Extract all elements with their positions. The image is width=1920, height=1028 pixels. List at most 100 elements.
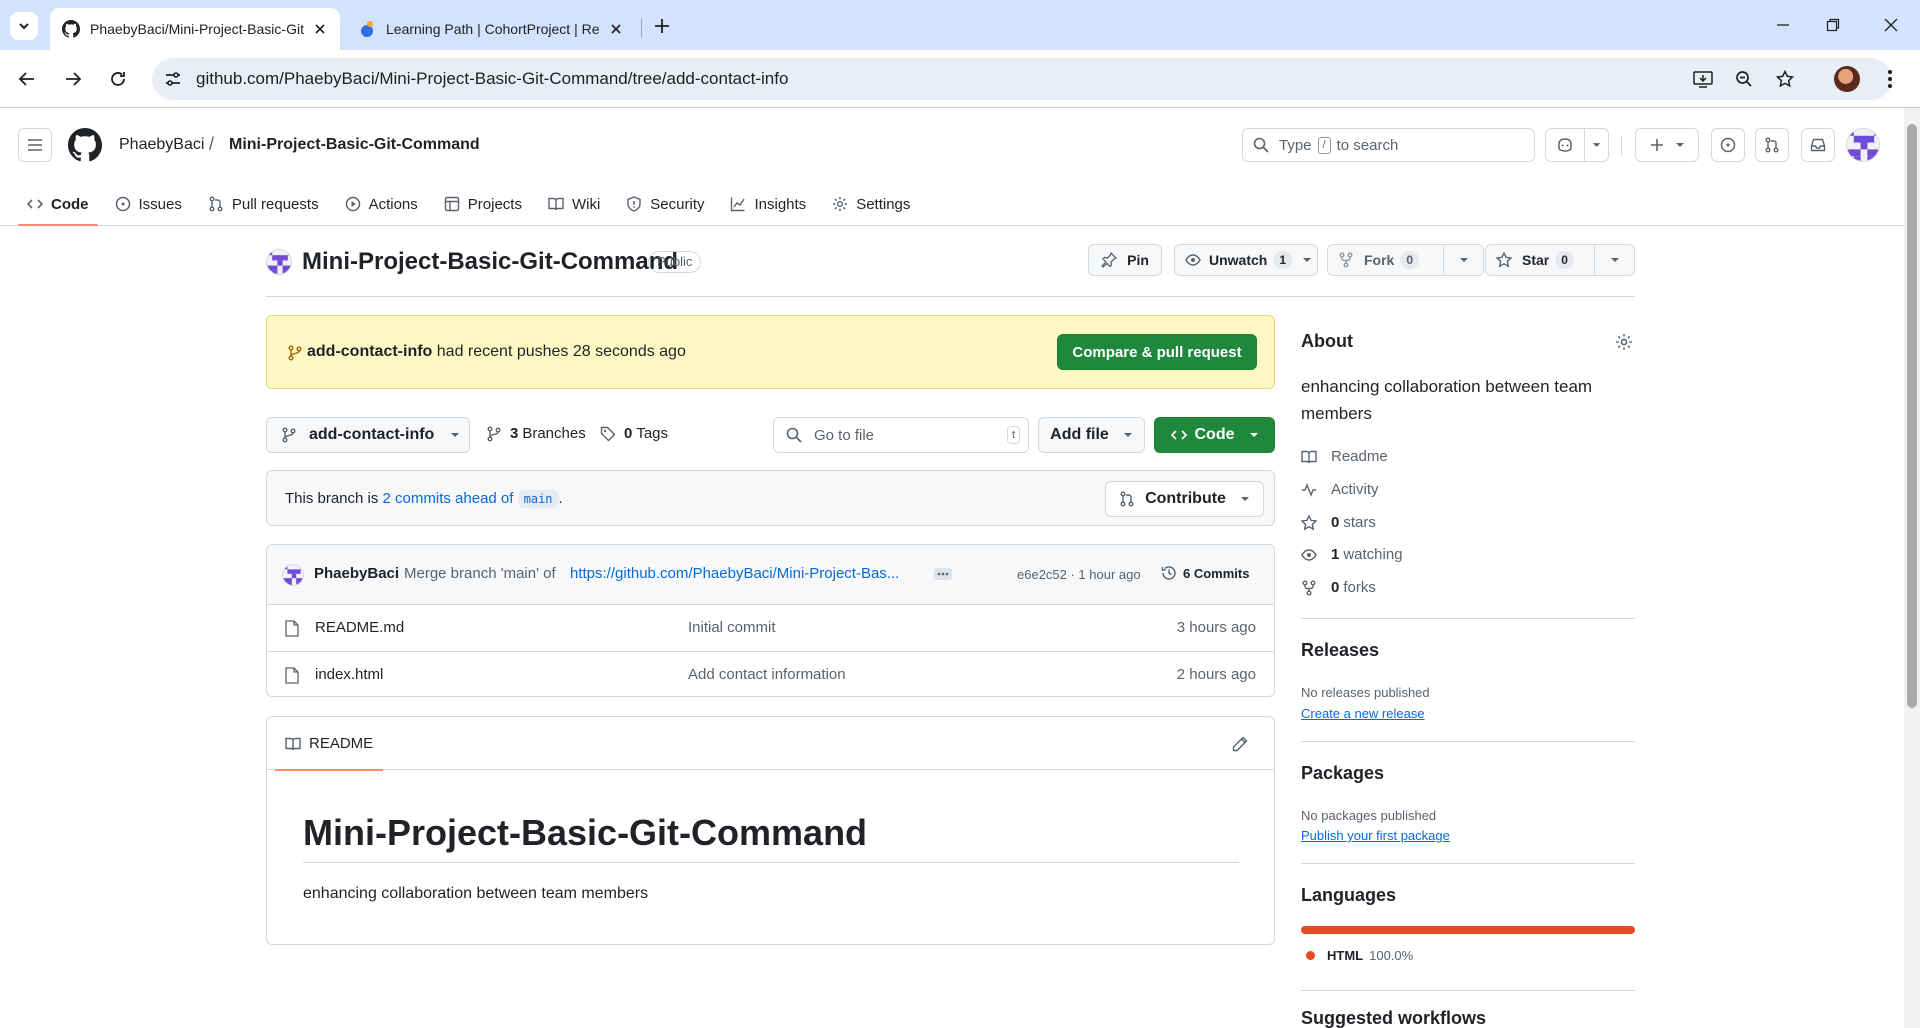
close-tab-icon[interactable] (312, 21, 328, 37)
pulse-icon (1302, 482, 1316, 497)
browser-tab-revou[interactable]: Learning Path | CohortProject | Revou (346, 8, 636, 50)
stars-link[interactable]: 0 stars (1301, 514, 1376, 531)
site-settings-icon[interactable] (164, 70, 182, 88)
readme-panel: README Mini-Project-Basic-Git-Command en… (266, 716, 1275, 945)
base-branch[interactable]: main (517, 490, 559, 508)
tab-security[interactable]: Security (617, 182, 713, 226)
browser-tab-github[interactable]: PhaebyBaci/Mini-Project-Basic-Git-Comman… (50, 8, 340, 50)
issues-header-button[interactable] (1711, 128, 1745, 162)
copilot-button[interactable] (1545, 128, 1609, 162)
reload-button[interactable] (103, 64, 133, 94)
commit-message-link[interactable]: https://github.com/PhaebyBaci/Mini-Proje… (570, 565, 899, 582)
tab-pull-requests[interactable]: Pull requests (199, 182, 328, 226)
edit-about-button[interactable] (1615, 333, 1633, 351)
language-color-dot (1306, 951, 1315, 960)
commit-sha-time[interactable]: e6e2c52 · 1 hour ago (1017, 567, 1141, 582)
new-tab-button[interactable] (650, 14, 674, 38)
tab-actions[interactable]: Actions (336, 182, 427, 226)
readme-tab[interactable]: README (275, 717, 384, 771)
commit-author[interactable]: PhaebyBaci (314, 565, 399, 582)
file-name[interactable]: index.html (315, 666, 383, 683)
tab-issues[interactable]: Issues (106, 182, 191, 226)
commits-history-link[interactable]: 6 Commits (1161, 565, 1249, 581)
commit-author-avatar[interactable] (282, 564, 304, 586)
profile-avatar[interactable] (1834, 66, 1860, 92)
watching-link[interactable]: 1 watching (1301, 546, 1403, 563)
branches-link[interactable]: 3 Branches (486, 425, 586, 442)
add-file-button[interactable]: Add file (1038, 417, 1145, 453)
github-logo-icon[interactable] (68, 128, 102, 162)
address-bar[interactable]: github.com/PhaebyBaci/Mini-Project-Basic… (152, 58, 1892, 100)
file-name[interactable]: README.md (315, 619, 404, 636)
fork-count: 0 (1400, 251, 1420, 269)
global-nav-button[interactable] (18, 128, 52, 162)
publish-package-link[interactable]: Publish your first package (1301, 828, 1450, 843)
compare-pull-request-button[interactable]: Compare & pull request (1057, 334, 1257, 370)
page-scrollbar[interactable] (1904, 108, 1920, 1028)
repo-owner-avatar[interactable] (266, 249, 292, 275)
scrollbar-thumb[interactable] (1907, 124, 1917, 708)
create-release-link[interactable]: Create a new release (1301, 706, 1425, 721)
branch-select-button[interactable]: add-contact-info (266, 417, 470, 453)
file-commit-message[interactable]: Add contact information (688, 666, 846, 683)
edit-readme-button[interactable] (1229, 733, 1251, 755)
readme-heading: Mini-Project-Basic-Git-Command (303, 812, 1239, 863)
language-percent: 100.0% (1369, 948, 1414, 963)
inbox-button[interactable] (1801, 128, 1835, 162)
pin-button[interactable]: Pin (1088, 244, 1162, 276)
tab-settings[interactable]: Settings (823, 182, 919, 226)
file-commit-message[interactable]: Initial commit (688, 619, 776, 636)
zoom-icon[interactable] (1733, 68, 1755, 90)
tab-code[interactable]: Code (18, 182, 98, 226)
breadcrumb-repo[interactable]: Mini-Project-Basic-Git-Command (229, 136, 480, 154)
minimize-button[interactable] (1768, 10, 1798, 40)
tab-label: Actions (368, 195, 418, 213)
search-suffix: to search (1336, 136, 1399, 154)
user-avatar[interactable] (1846, 128, 1880, 162)
restore-button[interactable] (1818, 10, 1848, 40)
activity-link[interactable]: Activity (1301, 481, 1379, 498)
eye-icon (1301, 548, 1317, 561)
contribute-button[interactable]: Contribute (1105, 481, 1264, 517)
repo-title[interactable]: Mini-Project-Basic-Git-Command (302, 248, 678, 276)
tab-label: Code (51, 195, 89, 213)
tab-wiki[interactable]: Wiki (539, 182, 609, 226)
tab-search-button[interactable] (10, 12, 38, 40)
pull-requests-header-button[interactable] (1755, 128, 1789, 162)
issue-icon (1720, 137, 1736, 153)
readme-link[interactable]: Readme (1301, 448, 1388, 465)
releases-heading[interactable]: Releases (1301, 640, 1379, 661)
commit-message[interactable]: Merge branch 'main' of (404, 565, 556, 582)
tab-insights[interactable]: Insights (721, 182, 815, 226)
language-item[interactable]: HTML 100.0% (1306, 948, 1413, 963)
unwatch-button[interactable]: Unwatch 1 (1174, 244, 1318, 276)
star-button[interactable]: Star 0 (1485, 244, 1635, 276)
packages-heading[interactable]: Packages (1301, 763, 1384, 784)
branch-name: add-contact-info (309, 426, 435, 443)
search-icon (1253, 137, 1269, 153)
expand-commit-button[interactable] (934, 568, 952, 580)
forward-button[interactable] (58, 64, 88, 94)
fork-button[interactable]: Fork 0 (1327, 244, 1484, 276)
browser-menu-button[interactable] (1880, 68, 1900, 90)
close-window-button[interactable] (1876, 10, 1906, 40)
install-app-icon[interactable] (1692, 68, 1714, 90)
tags-link[interactable]: 0 Tags (600, 425, 668, 442)
back-button[interactable] (12, 64, 42, 94)
forks-link[interactable]: 0 forks (1301, 579, 1376, 596)
star-icon (1301, 514, 1317, 531)
file-row[interactable]: README.md Initial commit 3 hours ago (267, 605, 1274, 651)
sidebar-divider (1301, 741, 1635, 742)
code-button[interactable]: Code (1154, 417, 1275, 453)
breadcrumb-owner[interactable]: PhaebyBaci (119, 136, 204, 154)
minimize-icon (1777, 24, 1789, 26)
file-row[interactable]: index.html Add contact information 2 hou… (267, 651, 1274, 696)
close-tab-icon[interactable] (608, 21, 624, 37)
create-new-button[interactable] (1635, 128, 1699, 162)
bookmark-star-icon[interactable] (1774, 68, 1796, 90)
search-input[interactable]: Type / to search (1242, 128, 1535, 162)
tab-projects[interactable]: Projects (435, 182, 531, 226)
ahead-link[interactable]: 2 commits ahead of (383, 490, 514, 507)
go-to-file-input[interactable]: Go to file t (773, 417, 1029, 453)
banner-branch[interactable]: add-contact-info (307, 343, 432, 360)
